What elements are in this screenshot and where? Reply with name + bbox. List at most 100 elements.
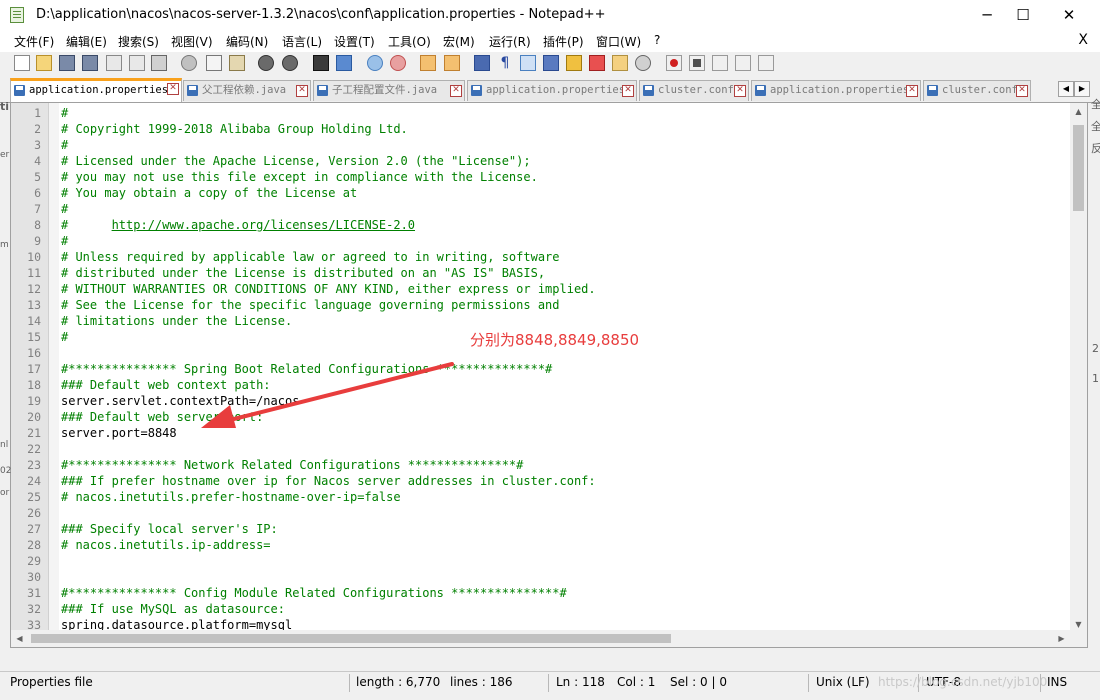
code-line[interactable]: 12 # WITHOUT WARRANTIES OR CONDITIONS OF … [11,281,1071,297]
tab-parent-dependency-java[interactable]: 父工程依赖.java ✕ [183,80,311,101]
stop-macro-icon[interactable] [689,55,705,71]
show-all-chars-icon[interactable]: ¶ [497,55,513,71]
code-line[interactable]: 6 # You may obtain a copy of the License … [11,185,1071,201]
replace-icon[interactable] [336,55,352,71]
tab-child-config-java[interactable]: 子工程配置文件.java ✕ [313,80,465,101]
open-file-icon[interactable] [36,55,52,71]
scroll-right-icon[interactable]: ▶ [1053,630,1070,647]
maximize-button[interactable]: ☐ [1000,0,1046,30]
code-line[interactable]: 28 # nacos.inetutils.ip-address= [11,537,1071,553]
horizontal-scroll-thumb[interactable] [31,634,671,643]
zoom-in-icon[interactable] [367,55,383,71]
code-line[interactable]: 11 # distributed under the License is dis… [11,265,1071,281]
editor[interactable]: 1 #2 # Copyright 1999-2018 Alibaba Group H… [10,102,1088,648]
code-line[interactable]: 25 # nacos.inetutils.prefer-hostname-over… [11,489,1071,505]
horizontal-scrollbar[interactable]: ◀ ▶ [11,630,1070,647]
save-all-icon[interactable] [82,55,98,71]
menu-plugins[interactable]: 插件(P) [543,33,584,50]
code-line[interactable]: 1 # [11,105,1071,121]
language-icon[interactable] [543,55,559,71]
menu-file[interactable]: 文件(F) [14,33,54,50]
close-button[interactable]: ✕ [1046,0,1092,30]
indent-guide-icon[interactable] [520,55,536,71]
code-line[interactable]: 29 [11,553,1071,569]
word-wrap-icon[interactable] [474,55,490,71]
menu-language[interactable]: 语言(L) [282,33,322,50]
code-line[interactable]: 3 # [11,137,1071,153]
code-line[interactable]: 17 #*************** Spring Boot Related C… [11,361,1071,377]
save-macro-icon[interactable] [758,55,774,71]
cut-icon[interactable] [181,55,197,71]
tab-scroll-left-icon[interactable]: ◀ [1058,81,1074,97]
tab-application-properties-1[interactable]: application.properties ✕ [10,78,182,102]
url-link[interactable]: http://www.apache.org/licenses/LICENSE-2… [112,218,415,232]
code-line[interactable]: 8 # http://www.apache.org/licenses/LICENS… [11,217,1071,233]
tab-cluster-conf-2[interactable]: cluster.conf ✕ [923,80,1031,101]
code-line[interactable]: 31 #*************** Config Module Related… [11,585,1071,601]
menu-view[interactable]: 视图(V) [171,33,213,50]
menu-window[interactable]: 窗口(W) [596,33,641,50]
tab-close-icon[interactable]: ✕ [167,83,179,95]
tab-cluster-conf-1[interactable]: cluster.conf ✕ [639,80,749,101]
menu-edit[interactable]: 编辑(E) [66,33,107,50]
play-macro-icon[interactable] [712,55,728,71]
vertical-scroll-thumb[interactable] [1073,125,1084,211]
code-line[interactable]: 26 [11,505,1071,521]
code-line[interactable]: 19 server.servlet.contextPath=/nacos [11,393,1071,409]
code-line[interactable]: 7 # [11,201,1071,217]
scroll-left-icon[interactable]: ◀ [11,630,28,647]
save-icon[interactable] [59,55,75,71]
code-line[interactable]: 13 # See the License for the specific lan… [11,297,1071,313]
code-line[interactable]: 4 # Licensed under the Apache License, Ve… [11,153,1071,169]
code-line[interactable]: 18 ### Default web context path: [11,377,1071,393]
menu-macro[interactable]: 宏(M) [443,33,475,50]
code-line[interactable]: 9 # [11,233,1071,249]
code-line[interactable]: 23 #*************** Network Related Confi… [11,457,1071,473]
code-line[interactable]: 14 # limitations under the License. [11,313,1071,329]
code-line[interactable]: 20 ### Default web server port: [11,409,1071,425]
paste-icon[interactable] [229,55,245,71]
code-line[interactable]: 5 # you may not use this file except in c… [11,169,1071,185]
sync-horizontal-icon[interactable] [444,55,460,71]
print-icon[interactable] [151,55,167,71]
tab-close-icon[interactable]: ✕ [734,85,746,97]
copy-icon[interactable] [206,55,222,71]
zoom-out-icon[interactable] [390,55,406,71]
menu-run[interactable]: 运行(R) [489,33,531,50]
tab-close-icon[interactable]: ✕ [450,85,462,97]
find-icon[interactable] [313,55,329,71]
tab-close-icon[interactable]: ✕ [906,85,918,97]
new-file-icon[interactable] [14,55,30,71]
code-line[interactable]: 21 server.port=8848 [11,425,1071,441]
close-all-icon[interactable] [129,55,145,71]
menu-tools[interactable]: 工具(O) [388,33,431,50]
play-macro-multiple-icon[interactable] [735,55,751,71]
tab-application-properties-2[interactable]: application.properties ✕ [467,80,637,101]
code-line[interactable]: 2 # Copyright 1999-2018 Alibaba Group Hol… [11,121,1071,137]
tab-close-icon[interactable]: ✕ [622,85,634,97]
menu-help[interactable]: ? [654,33,660,47]
folder-workspace-icon[interactable] [612,55,628,71]
record-macro-icon[interactable] [666,55,682,71]
menu-encoding[interactable]: 编码(N) [226,33,268,50]
doc-map-icon[interactable] [566,55,582,71]
code-line[interactable]: 32 ### If use MySQL as datasource: [11,601,1071,617]
status-mode[interactable]: INS [1047,675,1067,689]
status-eol[interactable]: Unix (LF) [816,675,870,689]
scroll-up-icon[interactable]: ▲ [1070,103,1087,120]
code-line[interactable]: 22 [11,441,1071,457]
function-list-icon[interactable] [589,55,605,71]
sync-vertical-icon[interactable] [420,55,436,71]
tab-scroll-right-icon[interactable]: ▶ [1074,81,1090,97]
vertical-scrollbar[interactable]: ▲ ▼ [1070,103,1087,633]
code-line[interactable]: 24 ### If prefer hostname over ip for Nac… [11,473,1071,489]
monitoring-icon[interactable] [635,55,651,71]
code-line[interactable]: 30 [11,569,1071,585]
menu-settings[interactable]: 设置(T) [334,33,375,50]
redo-icon[interactable] [282,55,298,71]
undo-icon[interactable] [258,55,274,71]
code-line[interactable]: 10 # Unless required by applicable law or… [11,249,1071,265]
menu-search[interactable]: 搜索(S) [118,33,159,50]
tab-close-icon[interactable]: ✕ [1016,85,1028,97]
tab-application-properties-3[interactable]: application.properties ✕ [751,80,921,101]
